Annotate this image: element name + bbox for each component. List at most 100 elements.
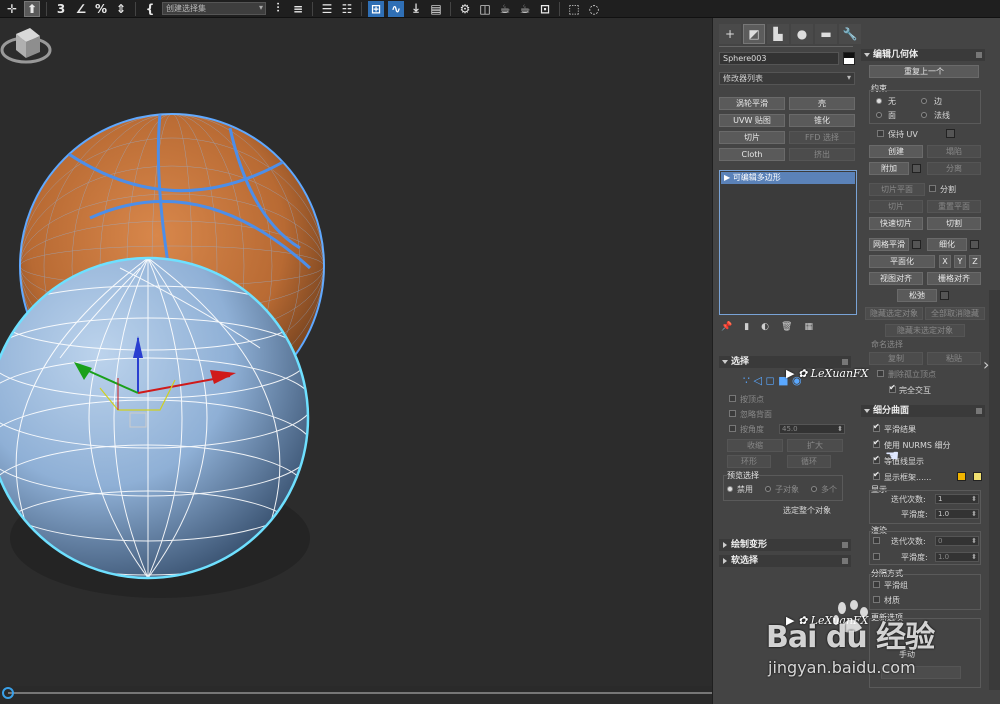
configure-sets-icon[interactable]: ▦ bbox=[804, 322, 813, 332]
preview-multi-radio[interactable] bbox=[811, 486, 817, 492]
smooth-result-checkbox[interactable] bbox=[873, 422, 880, 432]
make-unique-icon[interactable]: ◐ bbox=[761, 322, 769, 332]
slice-button[interactable]: 切片 bbox=[719, 131, 785, 144]
turbosmooth-button[interactable]: 涡轮平滑 bbox=[719, 97, 785, 110]
snap-3-icon[interactable]: 3 bbox=[53, 1, 69, 17]
selection-set-dropdown[interactable]: 创建选择集 bbox=[162, 2, 266, 15]
remove-modifier-icon[interactable]: 🗑 bbox=[781, 322, 792, 332]
relax-settings-icon[interactable] bbox=[940, 291, 949, 300]
modify-tab-icon[interactable]: ◩ bbox=[743, 24, 765, 44]
utilities-tab-icon[interactable]: 🔧 bbox=[839, 24, 861, 44]
by-angle-checkbox[interactable] bbox=[729, 425, 736, 432]
use-nurms-checkbox[interactable] bbox=[873, 438, 880, 448]
create-tab-icon[interactable]: + bbox=[719, 24, 741, 44]
render-iterations-checkbox[interactable] bbox=[873, 537, 880, 544]
reset-plane-button[interactable]: 重置平面 bbox=[927, 200, 981, 213]
render-smoothness-spinner[interactable]: 1.0 bbox=[935, 552, 979, 562]
paint-deform-rollout-header[interactable]: 绘制变形 bbox=[719, 539, 851, 551]
percent-snap-icon[interactable]: % bbox=[93, 1, 109, 17]
loop-button[interactable]: 循环 bbox=[787, 455, 831, 468]
stack-item-editable-poly[interactable]: ▶ 可编辑多边形 bbox=[721, 172, 855, 184]
unhide-all-button[interactable]: 全部取消隐藏 bbox=[925, 307, 985, 320]
attach-button[interactable]: 附加 bbox=[869, 162, 909, 175]
time-slider-handle[interactable] bbox=[2, 687, 14, 699]
time-slider[interactable] bbox=[0, 686, 712, 704]
ring-button[interactable]: 环形 bbox=[727, 455, 771, 468]
viewport-layout-icon[interactable]: ⬚ bbox=[566, 1, 582, 17]
split-checkbox[interactable] bbox=[929, 185, 936, 192]
render-iterative-icon[interactable]: ⊡ bbox=[537, 1, 553, 17]
schematic-view-icon[interactable]: ∿ bbox=[388, 0, 404, 17]
edit-geometry-rollout-header[interactable]: 编辑几何体 bbox=[861, 49, 985, 61]
extrude-button[interactable]: 挤出 bbox=[789, 148, 855, 161]
render-production-icon[interactable]: ☕ bbox=[517, 1, 533, 17]
shell-button[interactable]: 壳 bbox=[789, 97, 855, 110]
sphere003-mesh[interactable] bbox=[0, 256, 313, 598]
pin-stack-icon[interactable]: 📌 bbox=[721, 322, 732, 332]
copy-button[interactable]: 复制 bbox=[869, 352, 923, 365]
object-name-field[interactable]: Sphere003 bbox=[719, 52, 839, 65]
constraint-normal-radio[interactable] bbox=[921, 112, 927, 118]
view-align-button[interactable]: 视图对齐 bbox=[869, 272, 923, 285]
attach-settings-icon[interactable] bbox=[912, 164, 921, 173]
display-iterations-spinner[interactable]: 1 bbox=[935, 494, 979, 504]
workspace-icon[interactable]: ◌ bbox=[586, 1, 602, 17]
slice-plane-slice-button[interactable]: 切片 bbox=[869, 200, 923, 213]
isoline-display-checkbox[interactable] bbox=[873, 454, 880, 464]
preserve-uv-checkbox[interactable] bbox=[877, 130, 884, 137]
align-icon[interactable]: ≡ bbox=[290, 1, 306, 17]
planar-y-button[interactable]: Y bbox=[954, 255, 966, 268]
ignore-backfacing-checkbox[interactable] bbox=[729, 410, 736, 417]
collapse-button[interactable]: 塌陷 bbox=[927, 145, 981, 158]
repeat-last-button[interactable]: 重复上一个 bbox=[869, 65, 979, 78]
perspective-viewport[interactable] bbox=[0, 18, 712, 694]
soft-selection-rollout-header[interactable]: 软选择 bbox=[719, 555, 851, 567]
render-iterations-spinner[interactable]: 0 bbox=[935, 536, 979, 546]
by-angle-spinner[interactable]: 45.0 bbox=[779, 424, 845, 434]
cut-button[interactable]: 切割 bbox=[927, 217, 981, 230]
relax-button[interactable]: 松弛 bbox=[897, 289, 937, 302]
object-color-swatch[interactable] bbox=[843, 52, 855, 65]
subdivision-surface-rollout-header[interactable]: 细分曲面 bbox=[861, 405, 985, 417]
hierarchy-tab-icon[interactable]: ▙ bbox=[767, 24, 789, 44]
preserve-uv-settings-icon[interactable] bbox=[946, 129, 955, 138]
mirror-icon[interactable]: ⫶ bbox=[270, 1, 286, 17]
select-object-icon[interactable]: ⬆ bbox=[24, 0, 40, 17]
teapot-icon[interactable]: ☕ bbox=[497, 1, 513, 17]
constraint-face-radio[interactable] bbox=[876, 112, 882, 118]
viewcube-icon[interactable] bbox=[0, 18, 52, 70]
chevron-right-icon[interactable]: › bbox=[983, 355, 989, 374]
preview-subobject-radio[interactable] bbox=[765, 486, 771, 492]
taper-button[interactable]: 锥化 bbox=[789, 114, 855, 127]
curve-editor-icon[interactable]: ⊞ bbox=[368, 0, 384, 17]
detach-button[interactable]: 分离 bbox=[927, 162, 981, 175]
render-icon[interactable]: ◫ bbox=[477, 1, 493, 17]
tessellate-settings-icon[interactable] bbox=[970, 240, 979, 249]
by-vertex-checkbox[interactable] bbox=[729, 395, 736, 402]
render-smoothness-checkbox[interactable] bbox=[873, 553, 880, 560]
quickslice-button[interactable]: 快速切片 bbox=[869, 217, 923, 230]
display-smoothness-spinner[interactable]: 1.0 bbox=[935, 509, 979, 519]
ribbon-icon[interactable]: ☷ bbox=[339, 1, 355, 17]
select-move-icon[interactable]: ✛ bbox=[4, 1, 20, 17]
motion-tab-icon[interactable]: ● bbox=[791, 24, 813, 44]
shrink-button[interactable]: 收缩 bbox=[727, 439, 783, 452]
hide-selected-button[interactable]: 隐藏选定对象 bbox=[865, 307, 923, 320]
render-setup-icon[interactable]: ▤ bbox=[428, 1, 444, 17]
smoothing-groups-checkbox[interactable] bbox=[873, 581, 880, 588]
ffd-select-button[interactable]: FFD 选择 bbox=[789, 131, 855, 144]
materials-checkbox[interactable] bbox=[873, 596, 880, 603]
meshsmooth-button[interactable]: 网格平滑 bbox=[869, 238, 909, 251]
material-editor-icon[interactable]: ⤓ bbox=[408, 1, 424, 17]
planar-x-button[interactable]: X bbox=[939, 255, 951, 268]
modifier-list-dropdown[interactable]: 修改器列表 bbox=[719, 72, 855, 85]
make-planar-button[interactable]: 平面化 bbox=[869, 255, 935, 268]
spinner-snap-icon[interactable]: ⇕ bbox=[113, 1, 129, 17]
render-frame-icon[interactable]: ⚙ bbox=[457, 1, 473, 17]
hide-unselected-button[interactable]: 隐藏未选定对象 bbox=[885, 324, 965, 337]
paste-button[interactable]: 粘贴 bbox=[927, 352, 981, 365]
angle-snap-icon[interactable]: ∠ bbox=[73, 1, 89, 17]
slice-plane-button[interactable]: 切片平面 bbox=[869, 183, 925, 196]
uvw-map-button[interactable]: UVW 贴图 bbox=[719, 114, 785, 127]
layer-explorer-icon[interactable]: ☰ bbox=[319, 1, 335, 17]
